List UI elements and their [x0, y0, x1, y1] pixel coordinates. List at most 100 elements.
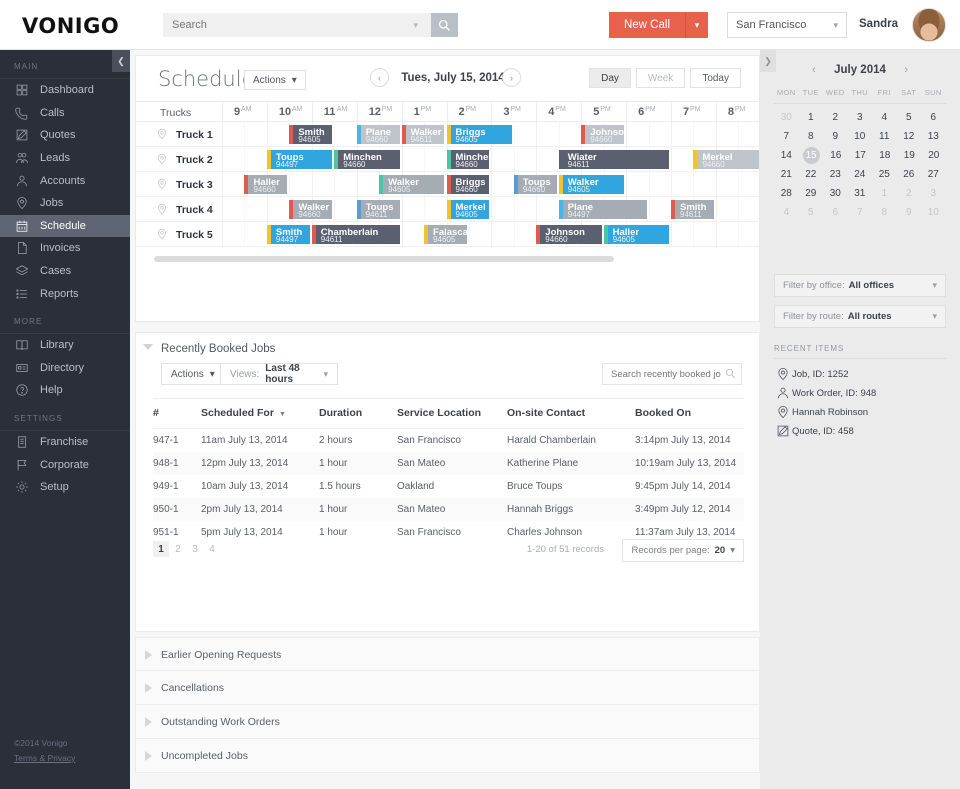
new-call-dropdown-button[interactable]: ▾ — [685, 12, 708, 38]
recent-item[interactable]: Hannah Robinson — [774, 404, 946, 420]
column-header-duration[interactable]: Duration — [319, 398, 397, 429]
calendar-day[interactable]: 23 — [823, 165, 848, 184]
table-row[interactable]: 947-1 11am July 13, 2014 2 hours San Franci… — [153, 429, 744, 453]
sidebar-item-calls[interactable]: Calls — [0, 102, 130, 125]
sidebar-item-reports[interactable]: Reports — [0, 282, 130, 305]
accordion-section[interactable]: Outstanding Work Orders — [135, 705, 760, 739]
schedule-event[interactable]: Smith 94611 — [671, 200, 714, 219]
schedule-event[interactable]: Toups 94660 — [513, 175, 557, 194]
accordion-section[interactable]: Earlier Opening Requests — [135, 637, 760, 671]
calendar-day[interactable]: 17 — [848, 146, 873, 165]
sidebar-item-corporate[interactable]: Corporate — [0, 453, 130, 476]
recently-booked-actions-button[interactable]: Actions ▾ — [161, 363, 225, 385]
calendar-day[interactable]: 31 — [848, 184, 873, 203]
schedule-event[interactable]: Toups 94497 — [266, 150, 333, 169]
schedule-event[interactable]: Plane 94497 — [558, 200, 647, 219]
calendar-day[interactable]: 4 — [774, 203, 799, 222]
calendar-day[interactable]: 4 — [872, 108, 897, 127]
schedule-event[interactable]: Briggs 94660 — [446, 175, 490, 194]
calendar-day[interactable]: 10 — [848, 127, 873, 146]
calendar-day[interactable]: 22 — [799, 165, 824, 184]
schedule-event[interactable]: Wiater 94611 — [558, 150, 669, 169]
calendar-day[interactable]: 2 — [823, 108, 848, 127]
column-header-booked-on[interactable]: Booked On — [635, 398, 744, 429]
calendar-day[interactable]: 1 — [799, 108, 824, 127]
schedule-view-day-button[interactable]: Day — [589, 68, 631, 88]
schedule-event[interactable]: Haller 94605 — [603, 225, 669, 244]
sidebar-item-franchise[interactable]: Franchise — [0, 431, 130, 454]
sidebar-item-accounts[interactable]: Accounts — [0, 169, 130, 192]
calendar-day[interactable]: 15 — [802, 147, 820, 164]
accordion-section[interactable]: Cancellations — [135, 671, 760, 705]
calendar-day[interactable]: 6 — [823, 203, 848, 222]
column-header-scheduled-for[interactable]: Scheduled For ▼ — [201, 398, 319, 429]
page-button-1[interactable]: 1 — [153, 541, 169, 557]
column-header-service-location[interactable]: Service Location — [397, 398, 507, 429]
sidebar-item-cases[interactable]: Cases — [0, 260, 130, 283]
table-row[interactable]: 948-1 12pm July 13, 2014 1 hour San Mateo Ka… — [153, 452, 744, 475]
column-header-[interactable]: # — [153, 398, 201, 429]
recent-item[interactable]: Job, ID: 1252 — [774, 366, 946, 382]
schedule-event[interactable]: Smith 94497 — [266, 225, 310, 244]
sidebar-collapse-button[interactable]: ❮ — [112, 50, 130, 72]
sidebar-item-dashboard[interactable]: Dashboard — [0, 79, 130, 102]
accordion-section[interactable]: Uncompleted Jobs — [135, 739, 760, 773]
schedule-event[interactable]: Briggs 94605 — [446, 125, 512, 144]
sidebar-item-setup[interactable]: Setup — [0, 476, 130, 499]
schedule-event[interactable]: Toups 94611 — [356, 200, 400, 219]
schedule-event[interactable]: Merkel 94660 — [693, 150, 759, 169]
search-icon[interactable] — [725, 368, 736, 382]
calendar-day[interactable]: 25 — [872, 165, 897, 184]
calendar-next-month-button[interactable]: › — [904, 64, 908, 76]
schedule-event[interactable]: Walker 94605 — [379, 175, 445, 194]
calendar-day[interactable]: 9 — [823, 127, 848, 146]
schedule-event[interactable]: Walker 94660 — [289, 200, 333, 219]
schedule-horizontal-scrollbar[interactable] — [154, 256, 614, 262]
calendar-day[interactable]: 24 — [848, 165, 873, 184]
new-call-button[interactable]: New Call — [608, 12, 685, 38]
page-button-3[interactable]: 3 — [187, 541, 203, 557]
calendar-day[interactable]: 20 — [922, 146, 947, 165]
calendar-day[interactable]: 5 — [799, 203, 824, 222]
schedule-event[interactable]: Minchen94660 — [334, 150, 400, 169]
calendar-day[interactable]: 3 — [848, 108, 873, 127]
sidebar-item-library[interactable]: Library — [0, 334, 130, 357]
schedule-event[interactable]: Falasca 94605 — [424, 225, 467, 244]
calendar-day[interactable]: 2 — [897, 184, 922, 203]
calendar-day[interactable]: 28 — [774, 184, 799, 203]
calendar-day[interactable]: 9 — [897, 203, 922, 222]
filter-by-route[interactable]: Filter by route: All routes ▾ — [774, 305, 946, 328]
schedule-actions-button[interactable]: Actions ▾ — [244, 70, 306, 90]
recent-item[interactable]: Work Order, ID: 948 — [774, 385, 946, 401]
calendar-day[interactable]: 16 — [824, 146, 849, 165]
schedule-event[interactable]: Merkel 94605 — [446, 200, 490, 219]
schedule-event[interactable]: Johnson94660 — [581, 125, 625, 144]
sidebar-item-schedule[interactable]: Schedule — [0, 214, 130, 238]
calendar-day[interactable]: 3 — [921, 184, 946, 203]
sidebar-item-directory[interactable]: Directory — [0, 357, 130, 380]
filter-by-office[interactable]: Filter by office: All offices ▾ — [774, 274, 946, 297]
page-button-4[interactable]: 4 — [204, 541, 220, 557]
recent-item[interactable]: Quote, ID: 458 — [774, 423, 946, 439]
schedule-event[interactable]: Walker 94611 — [401, 125, 445, 144]
calendar-day[interactable]: 26 — [897, 165, 922, 184]
calendar-day[interactable]: 30 — [823, 184, 848, 203]
calendar-day[interactable]: 8 — [872, 203, 897, 222]
calendar-day[interactable]: 18 — [873, 146, 898, 165]
calendar-day[interactable]: 27 — [921, 165, 946, 184]
calendar-day[interactable]: 7 — [774, 127, 799, 146]
table-row[interactable]: 949-1 10am July 13, 2014 1.5 hours Oakland B… — [153, 475, 744, 498]
office-selector[interactable]: San Francisco ▾ — [727, 12, 847, 38]
table-row[interactable]: 950-1 2pm July 13, 2014 1 hour San Mateo Han… — [153, 498, 744, 521]
avatar[interactable] — [912, 8, 946, 42]
calendar-day[interactable]: 21 — [774, 165, 799, 184]
schedule-event[interactable]: Haller 94660 — [244, 175, 288, 194]
sidebar-item-jobs[interactable]: Jobs — [0, 192, 130, 215]
calendar-day[interactable]: 30 — [774, 108, 799, 127]
schedule-view-week-button[interactable]: Week — [635, 68, 686, 88]
schedule-event[interactable]: Johnson94660 — [536, 225, 602, 244]
calendar-day[interactable]: 5 — [897, 108, 922, 127]
schedule-event[interactable]: Plane 94660 — [356, 125, 400, 144]
calendar-day[interactable]: 14 — [774, 146, 799, 165]
chevron-down-icon[interactable]: ▾ — [413, 20, 418, 31]
